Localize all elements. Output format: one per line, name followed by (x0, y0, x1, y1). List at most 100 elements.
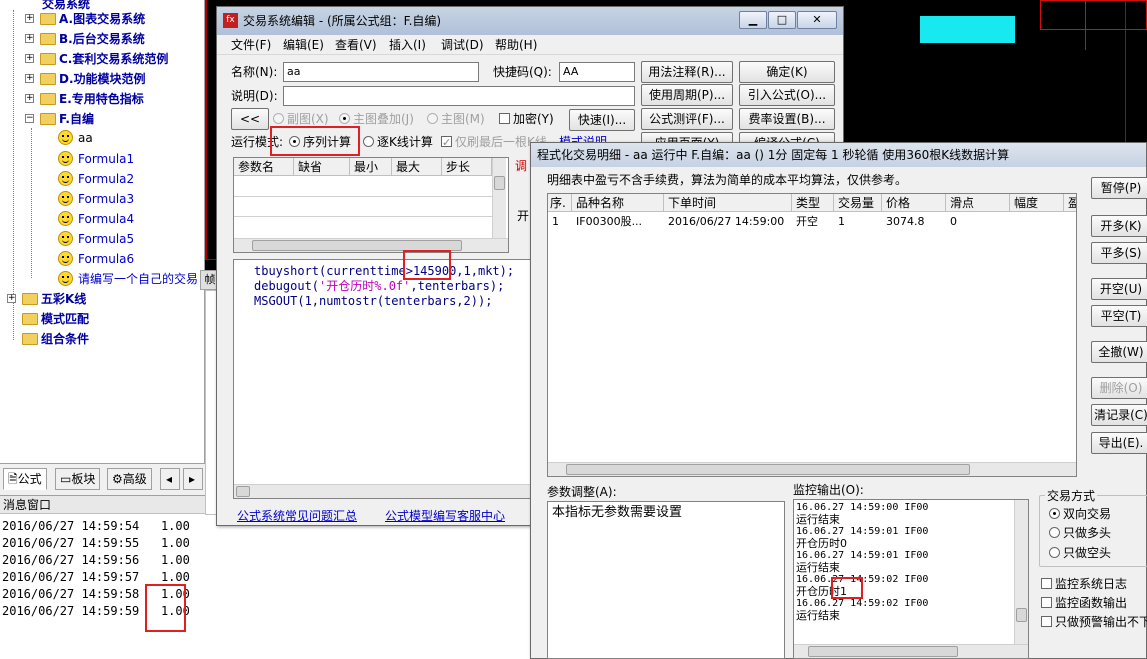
cancel-all-button[interactable]: 全撤(W) (1091, 341, 1147, 363)
tree-formula-new[interactable]: 请编写一个自己的交易 (58, 269, 198, 289)
alert-only-checkbox[interactable]: 只做预警输出不下 (1041, 613, 1147, 631)
tree-item-a[interactable]: + A.图表交易系统 (22, 9, 145, 29)
ok-button[interactable]: 确定(K) (739, 61, 835, 83)
tree-item-combo[interactable]: 组合条件 (22, 329, 89, 349)
trade-header: 品种名称 (572, 194, 664, 212)
smiley-icon (58, 151, 73, 166)
tab-board[interactable]: ▭板块 (55, 468, 101, 490)
kline-bar (920, 16, 1015, 43)
sub-chart-option[interactable]: 副图(X) (273, 110, 329, 128)
pause-button[interactable]: 暂停(P) (1091, 177, 1147, 199)
delete-button[interactable]: 删除(O) (1091, 377, 1147, 399)
trade-mode-label: 交易方式 (1045, 487, 1098, 505)
code-string: '开仓历时%.0f' (319, 279, 411, 293)
tree-item-f[interactable]: − F.自编 (22, 109, 94, 129)
minimize-button[interactable]: ▁ (739, 11, 767, 29)
menu-file[interactable]: 文件(F) (231, 36, 271, 54)
param-adjust-box[interactable]: 本指标无参数需要设置 (547, 501, 785, 659)
trade-table[interactable]: 序. 品种名称 下单时间 类型 交易量 价格 滑点 幅度 盈 1 IF00300… (547, 193, 1077, 477)
monitor-line: 运行结束 (796, 609, 840, 622)
tab-formula[interactable]: 🗎公式 (3, 468, 47, 490)
menu-edit[interactable]: 编辑(E) (283, 36, 324, 54)
trade-hscroll[interactable] (548, 462, 1076, 476)
message-line: 2016/06/27 14:59:59 1.00 (2, 604, 190, 618)
tree-formula-5[interactable]: Formula5 (58, 229, 134, 249)
param-hscroll[interactable] (234, 238, 508, 252)
tree-formula-aa[interactable]: aa (58, 128, 93, 148)
menu-debug[interactable]: 调试(D) (441, 36, 484, 54)
tree-item-c[interactable]: + C.套利交易系统范例 (22, 49, 168, 69)
tab-scroll-left[interactable]: ◂ (160, 468, 180, 490)
tree-formula-2[interactable]: Formula2 (58, 169, 134, 189)
menu-help[interactable]: 帮助(H) (495, 36, 537, 54)
side-toggle[interactable]: 开 (517, 207, 529, 225)
faq-link[interactable]: 公式系统常见问题汇总 (237, 507, 357, 524)
close-short-button[interactable]: 平空(T) (1091, 305, 1147, 327)
monitor-func-checkbox[interactable]: 监控函数输出 (1041, 594, 1127, 612)
tree-formula-1[interactable]: Formula1 (58, 149, 134, 169)
table-row[interactable]: 1 IF00300股... 2016/06/27 14:59:00 开空 1 3… (548, 213, 1076, 231)
tree-item-pattern[interactable]: 模式匹配 (22, 309, 89, 329)
param-vscroll[interactable] (492, 158, 506, 238)
support-link[interactable]: 公式模型编写客服中心 (385, 507, 505, 524)
monitor-log-checkbox[interactable]: 监控系统日志 (1041, 575, 1127, 593)
trade-mode-both[interactable]: 双向交易 (1049, 505, 1111, 523)
tree-formula-6[interactable]: Formula6 (58, 249, 134, 269)
encrypt-checkbox[interactable]: 加密(Y) (499, 110, 554, 128)
trade-mode-long[interactable]: 只做多头 (1049, 524, 1111, 542)
trade-header: 幅度 (1010, 194, 1064, 212)
open-short-button[interactable]: 开空(U) (1091, 278, 1147, 300)
fee-settings-button[interactable]: 费率设置(B)... (739, 108, 835, 130)
desc-input[interactable] (283, 86, 635, 106)
smiley-icon (58, 231, 73, 246)
main-overlay-option[interactable]: 主图叠加(J) (339, 110, 414, 128)
advanced-tab-icon: ⚙ (112, 472, 123, 486)
name-input[interactable]: aa (283, 62, 479, 82)
tab-scroll-right[interactable]: ▸ (183, 468, 203, 490)
trade-detail-window: 程式化交易明细 - aa 运行中 F.自编：aa () 1分 固定每 1 秒轮循… (530, 142, 1147, 659)
run-mode-label: 运行模式: (231, 135, 284, 149)
import-formula-button[interactable]: 引入公式(O)... (739, 84, 835, 106)
tree-formula-3[interactable]: Formula3 (58, 189, 134, 209)
monitor-output[interactable]: 16.06.27 14:59:00 IF00 运行结束 16.06.27 14:… (793, 499, 1029, 659)
menu-insert[interactable]: 插入(I) (389, 36, 426, 54)
trade-header: 序. (548, 194, 572, 212)
usage-notes-button[interactable]: 用法注释(R)... (641, 61, 733, 83)
tree-item-d[interactable]: + D.功能模块范例 (22, 69, 146, 89)
monitor-line: 开仓历时1 (796, 585, 847, 598)
run-mode-per-bar[interactable]: 逐K线计算 (363, 133, 433, 151)
close-button[interactable]: ✕ (797, 11, 837, 29)
folder-icon (22, 313, 38, 325)
run-mode-sequence[interactable]: 序列计算 (289, 133, 351, 151)
shortcut-input[interactable]: AA (559, 62, 635, 82)
trade-header: 盈 (1064, 194, 1076, 212)
export-button[interactable]: 导出(E). (1091, 432, 1147, 454)
detail-titlebar: 程式化交易明细 - aa 运行中 F.自编：aa () 1分 固定每 1 秒轮循… (531, 143, 1146, 167)
monitor-hscroll[interactable] (794, 644, 1028, 658)
app-icon: fx (223, 13, 238, 28)
tree-item-color-k[interactable]: + 五彩K线 (4, 289, 86, 309)
tree-formula-4[interactable]: Formula4 (58, 209, 134, 229)
formula-tree[interactable]: 交易系统 + A.图表交易系统 + B.后台交易系统 + C.套利交易系统范例 + D.… (0, 0, 205, 463)
folder-icon (40, 113, 56, 125)
quick-button[interactable]: 快速(I)... (569, 109, 635, 131)
monitor-line: 开仓历时0 (796, 537, 847, 550)
main-chart-option[interactable]: 主图(M) (427, 110, 485, 128)
tab-advanced[interactable]: ⚙高级 (107, 468, 152, 490)
menu-view[interactable]: 查看(V) (335, 36, 377, 54)
param-header: 最小 (350, 158, 392, 176)
maximize-button[interactable]: □ (768, 11, 796, 29)
period-button[interactable]: 使用周期(P)... (641, 84, 733, 106)
code-debugout: debugout( (254, 279, 320, 293)
clear-records-button[interactable]: 清记录(C) (1091, 404, 1147, 426)
formula-tab-icon: 🗎 (8, 472, 18, 486)
param-table[interactable]: 参数名 缺省 最小 最大 步长 (233, 157, 509, 253)
formula-test-button[interactable]: 公式测评(F)... (641, 108, 733, 130)
tree-item-e[interactable]: + E.专用特色指标 (22, 89, 144, 109)
close-long-button[interactable]: 平多(S) (1091, 242, 1147, 264)
open-long-button[interactable]: 开多(K) (1091, 215, 1147, 237)
trade-mode-short[interactable]: 只做空头 (1049, 544, 1111, 562)
tree-item-b[interactable]: + B.后台交易系统 (22, 29, 145, 49)
monitor-vscroll[interactable] (1014, 500, 1028, 644)
back-button[interactable]: << (231, 108, 269, 130)
